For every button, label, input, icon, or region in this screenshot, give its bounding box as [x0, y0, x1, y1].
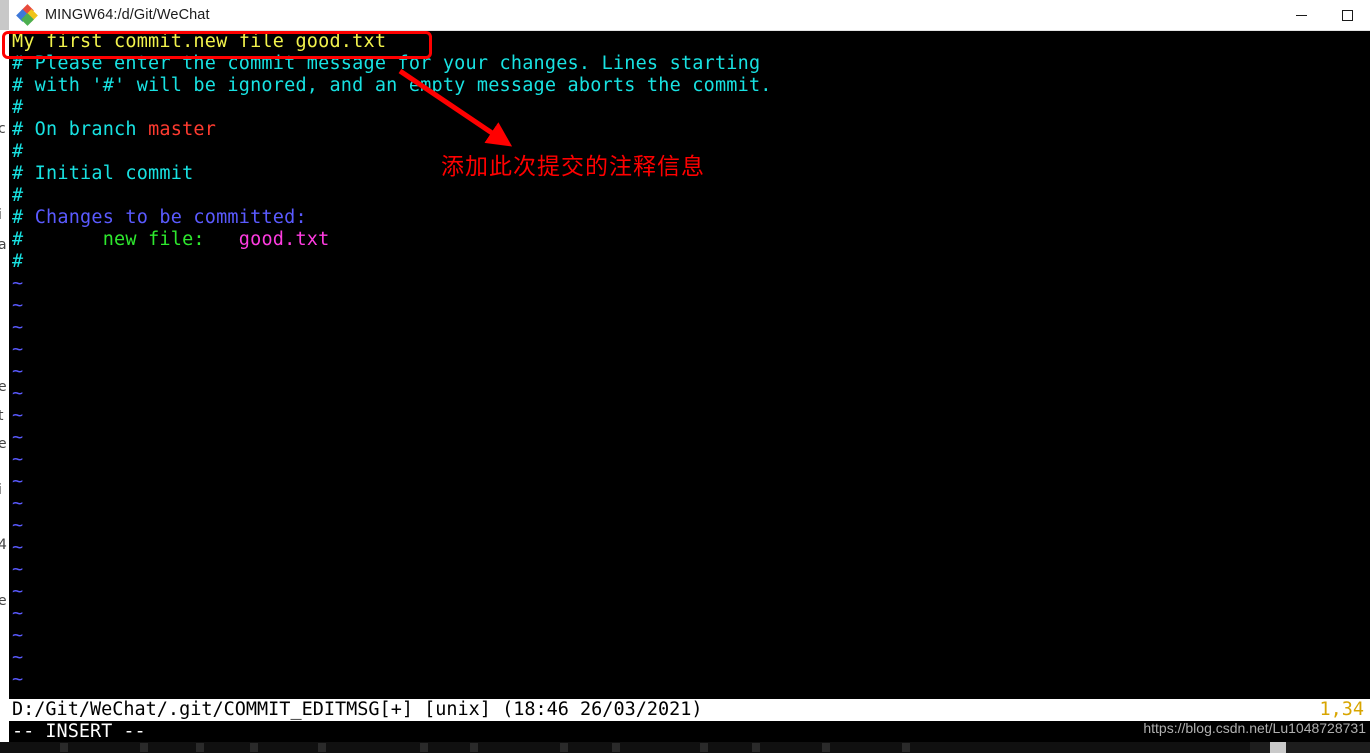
background-glyph: е — [0, 379, 7, 395]
git-bash-diamond-icon — [16, 4, 38, 26]
background-glyph: е — [0, 593, 7, 609]
vim-line-segment: My first commit.new file good.txt — [12, 31, 387, 52]
vim-line-segment: # On branch — [12, 119, 149, 140]
window-title: MINGW64:/d/Git/WeChat — [45, 7, 210, 23]
vim-buffer-line: # — [9, 251, 1370, 273]
background-glyph: i — [0, 483, 2, 497]
vim-empty-line-marker: ~ — [12, 449, 24, 470]
background-glyph: i — [0, 208, 2, 222]
vim-empty-line-marker: ~ — [12, 383, 24, 404]
vim-buffer-line: # — [9, 97, 1370, 119]
vim-line-segment: good.txt — [238, 229, 330, 250]
vim-line-segment: # — [12, 141, 24, 162]
vim-buffer-line: # On branch master — [9, 119, 1370, 141]
vim-empty-line-marker: ~ — [12, 339, 24, 360]
vim-line-segment: # Initial commit — [12, 163, 194, 184]
vim-line-segment: # Please enter the commit message for yo… — [12, 53, 761, 74]
vim-line-segment: # — [12, 97, 24, 118]
vim-empty-line-marker: ~ — [12, 669, 24, 690]
vim-line-segment: master — [148, 119, 217, 140]
maximize-button[interactable] — [1324, 0, 1370, 30]
vim-empty-line-marker: ~ — [12, 537, 24, 558]
background-window-glyphs: ciaеtei4е — [0, 0, 9, 753]
csdn-watermark: https://blog.csdn.net/Lu1048728731 — [1143, 720, 1366, 736]
vim-empty-line-marker: ~ — [12, 361, 24, 382]
background-glyph: c — [0, 121, 6, 137]
statusline-cursor-position: 1,34 — [1319, 699, 1364, 720]
vim-buffer-line: # Changes to be committed: — [9, 207, 1370, 229]
background-glyph: a — [0, 237, 7, 253]
vim-buffer-line: My first commit.new file good.txt — [9, 31, 1370, 53]
vim-line-segment: Changes to be committed: — [34, 207, 307, 228]
vim-empty-line-marker: ~ — [12, 581, 24, 602]
window-titlebar: MINGW64:/d/Git/WeChat — [9, 0, 1370, 31]
vim-line-segment: # — [12, 207, 35, 228]
vim-empty-line-marker: ~ — [12, 295, 24, 316]
vim-empty-line-marker: ~ — [12, 317, 24, 338]
vim-empty-line-marker: ~ — [12, 493, 24, 514]
annotation-caption: 添加此次提交的注释信息 — [441, 154, 705, 180]
vim-buffer-line: # with '#' will be ignored, and an empty… — [9, 75, 1370, 97]
minimize-button[interactable] — [1278, 0, 1324, 30]
vim-empty-line-marker: ~ — [12, 273, 24, 294]
vim-line-segment: # — [12, 185, 24, 206]
vim-empty-line-marker: ~ — [12, 515, 24, 536]
vim-empty-line-marker: ~ — [12, 625, 24, 646]
background-glyph: t — [0, 408, 4, 424]
minimize-icon — [1295, 14, 1307, 16]
window-controls — [1278, 0, 1370, 30]
vim-buffer-line: # new file: good.txt — [9, 229, 1370, 251]
background-glyph: e — [0, 436, 7, 452]
vim-buffer-line: # Please enter the commit message for yo… — [9, 53, 1370, 75]
maximize-icon — [1341, 9, 1353, 21]
git-bash-window: ciaеtei4е MINGW64:/d/Git/WeChat My first… — [0, 0, 1370, 753]
vim-buffer[interactable]: My first commit.new file good.txt # Pleas… — [9, 30, 1370, 691]
vim-empty-line-marker: ~ — [12, 405, 24, 426]
vim-line-segment: # — [12, 229, 35, 250]
vim-line-segment: # — [12, 251, 24, 272]
vim-statusline: D:/Git/WeChat/.git/COMMIT_EDITMSG[+] [un… — [9, 699, 1370, 721]
statusline-file-info: D:/Git/WeChat/.git/COMMIT_EDITMSG[+] [un… — [12, 699, 703, 720]
vim-empty-line-marker: ~ — [12, 471, 24, 492]
vim-buffer-line: # — [9, 185, 1370, 207]
vim-line-segment: # with '#' will be ignored, and an empty… — [12, 75, 772, 96]
os-taskbar-sliver — [0, 742, 1370, 753]
vim-empty-line-marker: ~ — [12, 559, 24, 580]
vim-empty-line-marker: ~ — [12, 603, 24, 624]
background-glyph: 4 — [0, 537, 7, 553]
vim-empty-line-marker: ~ — [12, 647, 24, 668]
terminal-surface[interactable]: My first commit.new file good.txt # Pleas… — [9, 30, 1370, 753]
vim-line-segment: new file: — [34, 229, 239, 250]
vim-empty-line-marker: ~ — [12, 427, 24, 448]
